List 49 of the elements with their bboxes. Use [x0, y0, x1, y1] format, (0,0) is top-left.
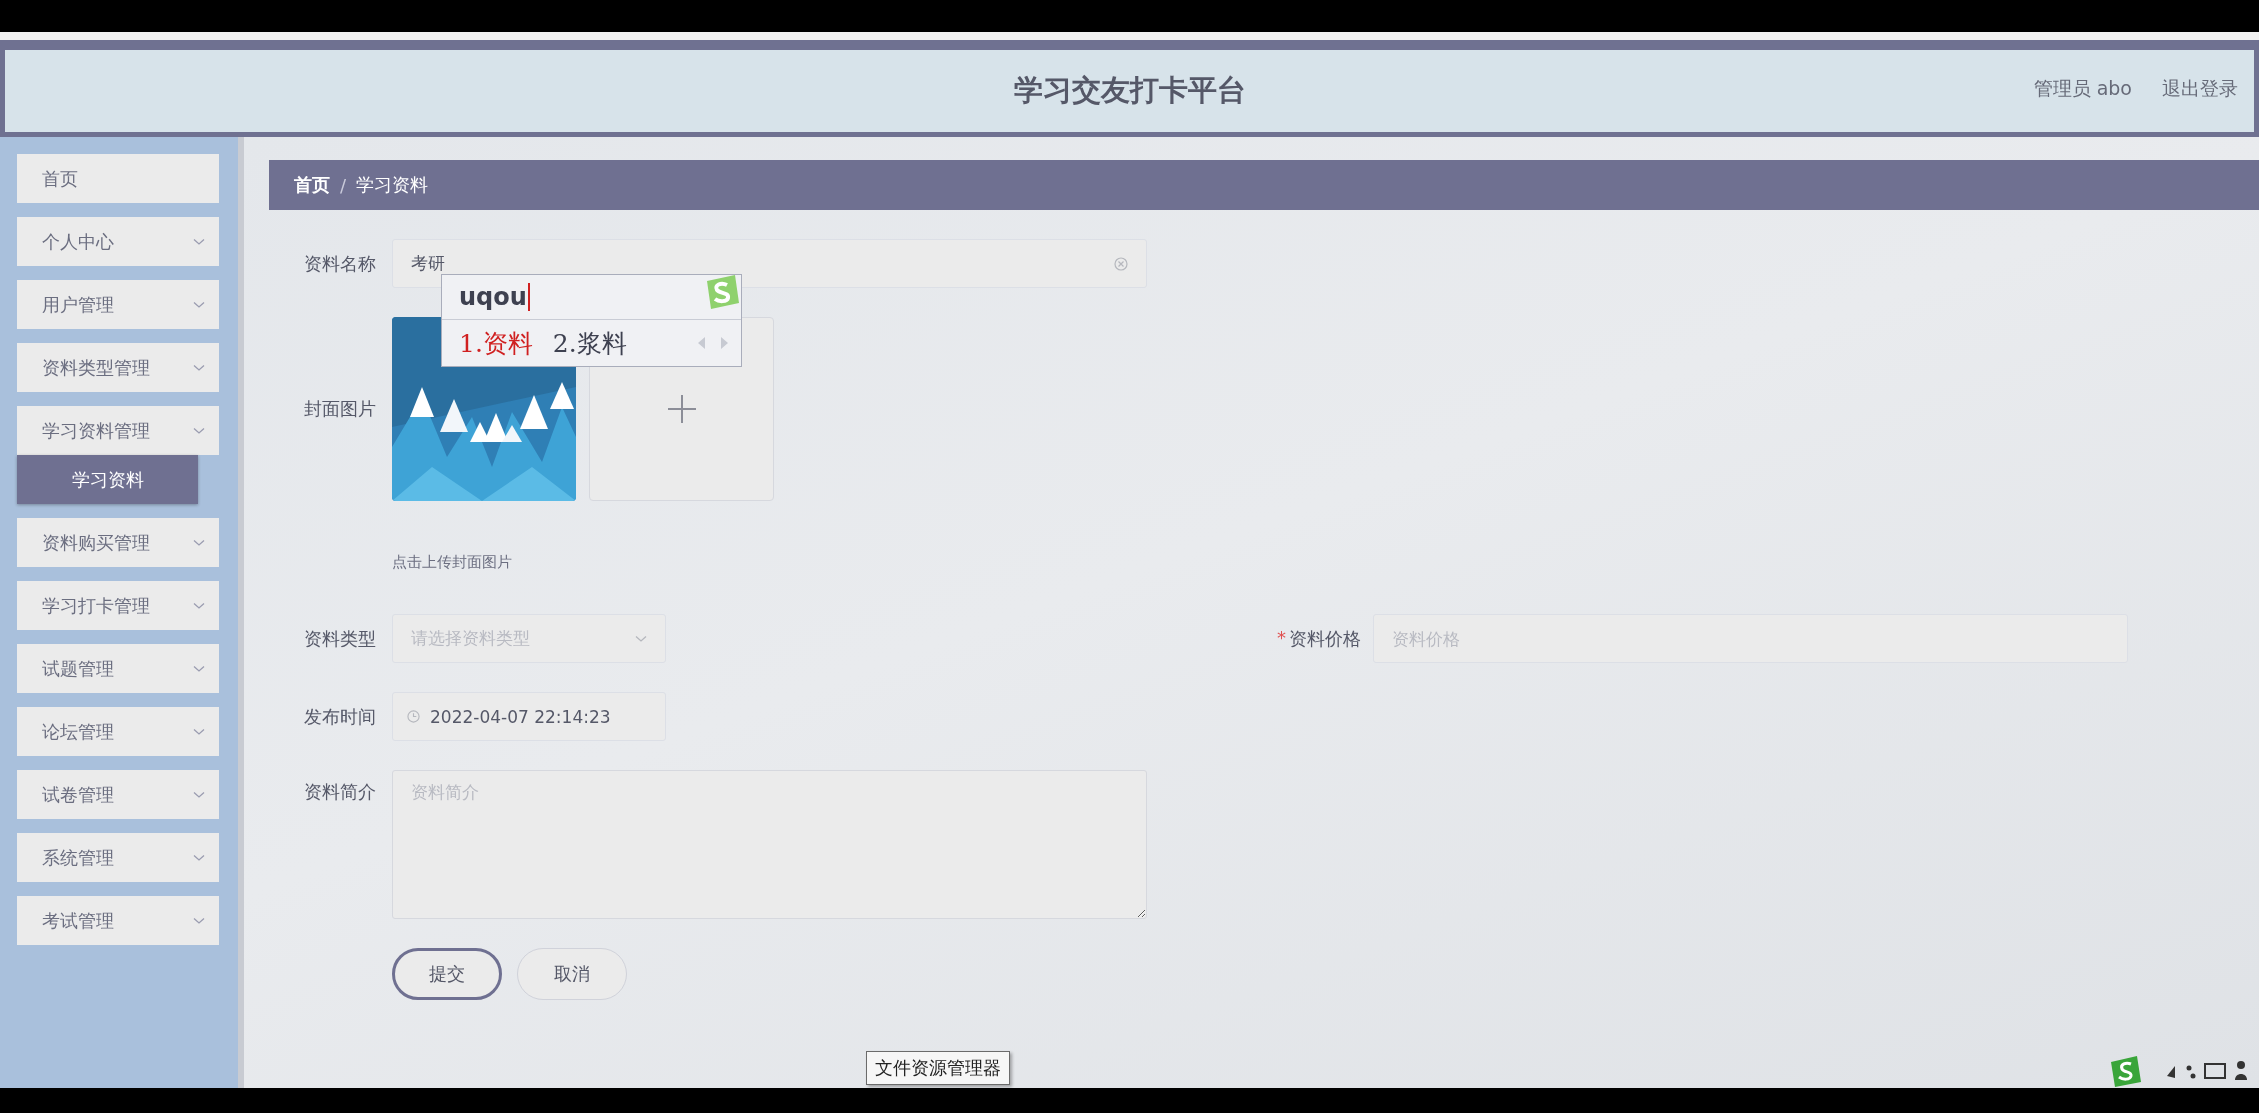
cancel-button[interactable]: 取消 [517, 948, 627, 1000]
menu-item[interactable]: 试卷管理 [17, 770, 219, 819]
menu-item[interactable]: 系统管理 [17, 833, 219, 882]
chevron-icon [193, 727, 205, 736]
menu-item[interactable]: 资料类型管理 [17, 343, 219, 392]
app-title: 学习交友打卡平台 [1013, 72, 1246, 109]
clock-icon [407, 710, 420, 723]
required-mark: * [1277, 626, 1286, 650]
upload-hint: 点击上传封面图片 [392, 553, 512, 572]
chevron-icon [193, 426, 205, 435]
chevron-icon [193, 237, 205, 246]
menu-item[interactable]: 用户管理 [17, 280, 219, 329]
chevron-icon [193, 916, 205, 925]
menu-item[interactable]: 论坛管理 [17, 707, 219, 756]
menu-item[interactable]: 个人中心 [17, 217, 219, 266]
user-label: 管理员 abo [2033, 76, 2132, 101]
menu-item[interactable]: 考试管理 [17, 896, 219, 945]
field-label: 资料类型 [304, 626, 377, 651]
submit-button[interactable]: 提交 [392, 948, 502, 1000]
chevron-icon [193, 664, 205, 673]
clear-icon[interactable] [1114, 256, 1128, 271]
field-label: 资料价格 [1289, 626, 1361, 651]
breadcrumb-link[interactable]: 首页 [294, 173, 330, 197]
chevron-icon [635, 634, 647, 643]
chevron-icon [193, 538, 205, 547]
submenu-item[interactable]: 学习资料 [17, 455, 198, 504]
chevron-icon [193, 363, 205, 372]
field-label: 发布时间 [304, 704, 377, 729]
field-label: 封面图片 [304, 397, 377, 421]
menu-item[interactable]: 资料购买管理 [17, 518, 219, 567]
field-label: 资料简介 [304, 780, 377, 804]
date-field[interactable]: 2022-04-07 22:14:23 [392, 692, 666, 741]
ime-composition: uqou [459, 283, 530, 311]
chevron-icon [193, 601, 205, 610]
breadcrumb-link[interactable]: 学习资料 [356, 173, 429, 197]
logout-link[interactable]: 退出登录 [2162, 76, 2238, 102]
menu-item[interactable]: 试题管理 [17, 644, 219, 693]
menu-item[interactable]: 首页 [17, 154, 219, 203]
chevron-icon [193, 853, 205, 862]
ime-candidate[interactable]: 2.浆料 [552, 326, 627, 360]
plus-icon [666, 394, 697, 424]
menu-item[interactable]: 学习资料管理 [17, 406, 219, 455]
field-label: 资料名称 [304, 251, 377, 276]
chevron-icon [193, 300, 205, 309]
tooltip: 文件资源管理器 [866, 1051, 1010, 1085]
menu-item[interactable]: 学习打卡管理 [17, 581, 219, 630]
chevron-icon [193, 790, 205, 799]
breadcrumb-separator: / [340, 174, 347, 196]
ime-candidate[interactable]: 1.资料 [459, 326, 533, 360]
